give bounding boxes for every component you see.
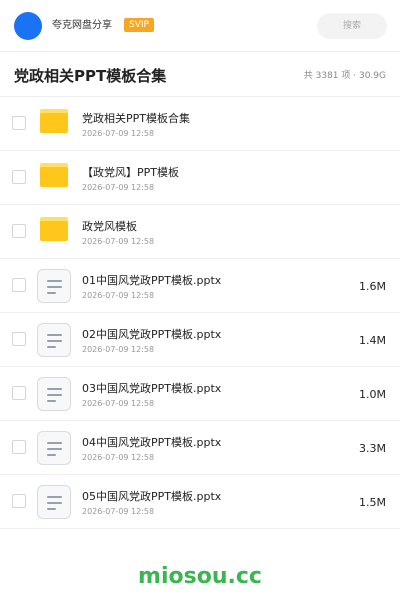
document-icon (37, 485, 71, 519)
select-checkbox[interactable] (12, 494, 26, 508)
document-icon (37, 269, 71, 303)
item-size: 3.3M (359, 442, 386, 455)
select-checkbox[interactable] (12, 170, 26, 184)
document-icon (37, 431, 71, 465)
user-name: 夸克网盘分享 (52, 20, 112, 31)
item-size: 1.6M (359, 280, 386, 293)
list-item[interactable]: 党政相关PPT模板合集 2026-07-09 12:58 (0, 97, 400, 151)
page-title: 党政相关PPT模板合集 (14, 67, 167, 85)
search-input[interactable]: 搜索 (317, 13, 387, 39)
item-size: 1.0M (359, 388, 386, 401)
folder-icon (40, 109, 68, 133)
item-date: 2026-07-09 12:58 (82, 237, 155, 246)
item-name: 05中国风党政PPT模板.pptx (82, 490, 222, 503)
footer: miosou.cc (0, 552, 400, 600)
item-date: 2026-07-09 12:58 (82, 345, 155, 354)
folder-icon (40, 217, 68, 241)
select-checkbox[interactable] (12, 332, 26, 346)
list-item[interactable]: 02中国风党政PPT模板.pptx 2026-07-09 12:58 1.4M (0, 313, 400, 367)
item-date: 2026-07-09 12:58 (82, 183, 155, 192)
select-checkbox[interactable] (12, 224, 26, 238)
item-name: 党政相关PPT模板合集 (82, 112, 190, 125)
title-bar: 党政相关PPT模板合集 共 3381 项 · 30.9G (0, 53, 400, 97)
item-name: 政党风模板 (82, 220, 137, 233)
header: 夸克网盘分享 SVIP 搜索 (0, 0, 400, 52)
item-date: 2026-07-09 12:58 (82, 129, 155, 138)
select-checkbox[interactable] (12, 440, 26, 454)
item-name: 【政党风】PPT模板 (82, 166, 179, 179)
item-date: 2026-07-09 12:58 (82, 291, 155, 300)
list-item[interactable]: 01中国风党政PPT模板.pptx 2026-07-09 12:58 1.6M (0, 259, 400, 313)
list-item[interactable]: 政党风模板 2026-07-09 12:58 (0, 205, 400, 259)
document-icon (37, 377, 71, 411)
item-size: 1.4M (359, 334, 386, 347)
list-item[interactable]: 【政党风】PPT模板 2026-07-09 12:58 (0, 151, 400, 205)
select-checkbox[interactable] (12, 278, 26, 292)
file-list: 党政相关PPT模板合集 2026-07-09 12:58 【政党风】PPT模板 202… (0, 97, 400, 529)
item-name: 01中国风党政PPT模板.pptx (82, 274, 222, 287)
item-date: 2026-07-09 12:58 (82, 399, 155, 408)
list-item[interactable]: 03中国风党政PPT模板.pptx 2026-07-09 12:58 1.0M (0, 367, 400, 421)
item-name: 03中国风党政PPT模板.pptx (82, 382, 222, 395)
folder-icon (40, 163, 68, 187)
document-icon (37, 323, 71, 357)
item-name: 04中国风党政PPT模板.pptx (82, 436, 222, 449)
item-date: 2026-07-09 12:58 (82, 453, 155, 462)
list-item[interactable]: 05中国风党政PPT模板.pptx 2026-07-09 12:58 1.5M (0, 475, 400, 529)
item-date: 2026-07-09 12:58 (82, 507, 155, 516)
svip-badge: SVIP (124, 18, 154, 32)
item-summary: 共 3381 项 · 30.9G (303, 71, 386, 81)
select-checkbox[interactable] (12, 386, 26, 400)
select-checkbox[interactable] (12, 116, 26, 130)
watermark: miosou.cc (138, 564, 262, 589)
item-name: 02中国风党政PPT模板.pptx (82, 328, 222, 341)
avatar[interactable] (14, 12, 42, 40)
list-item[interactable]: 04中国风党政PPT模板.pptx 2026-07-09 12:58 3.3M (0, 421, 400, 475)
item-size: 1.5M (359, 496, 386, 509)
